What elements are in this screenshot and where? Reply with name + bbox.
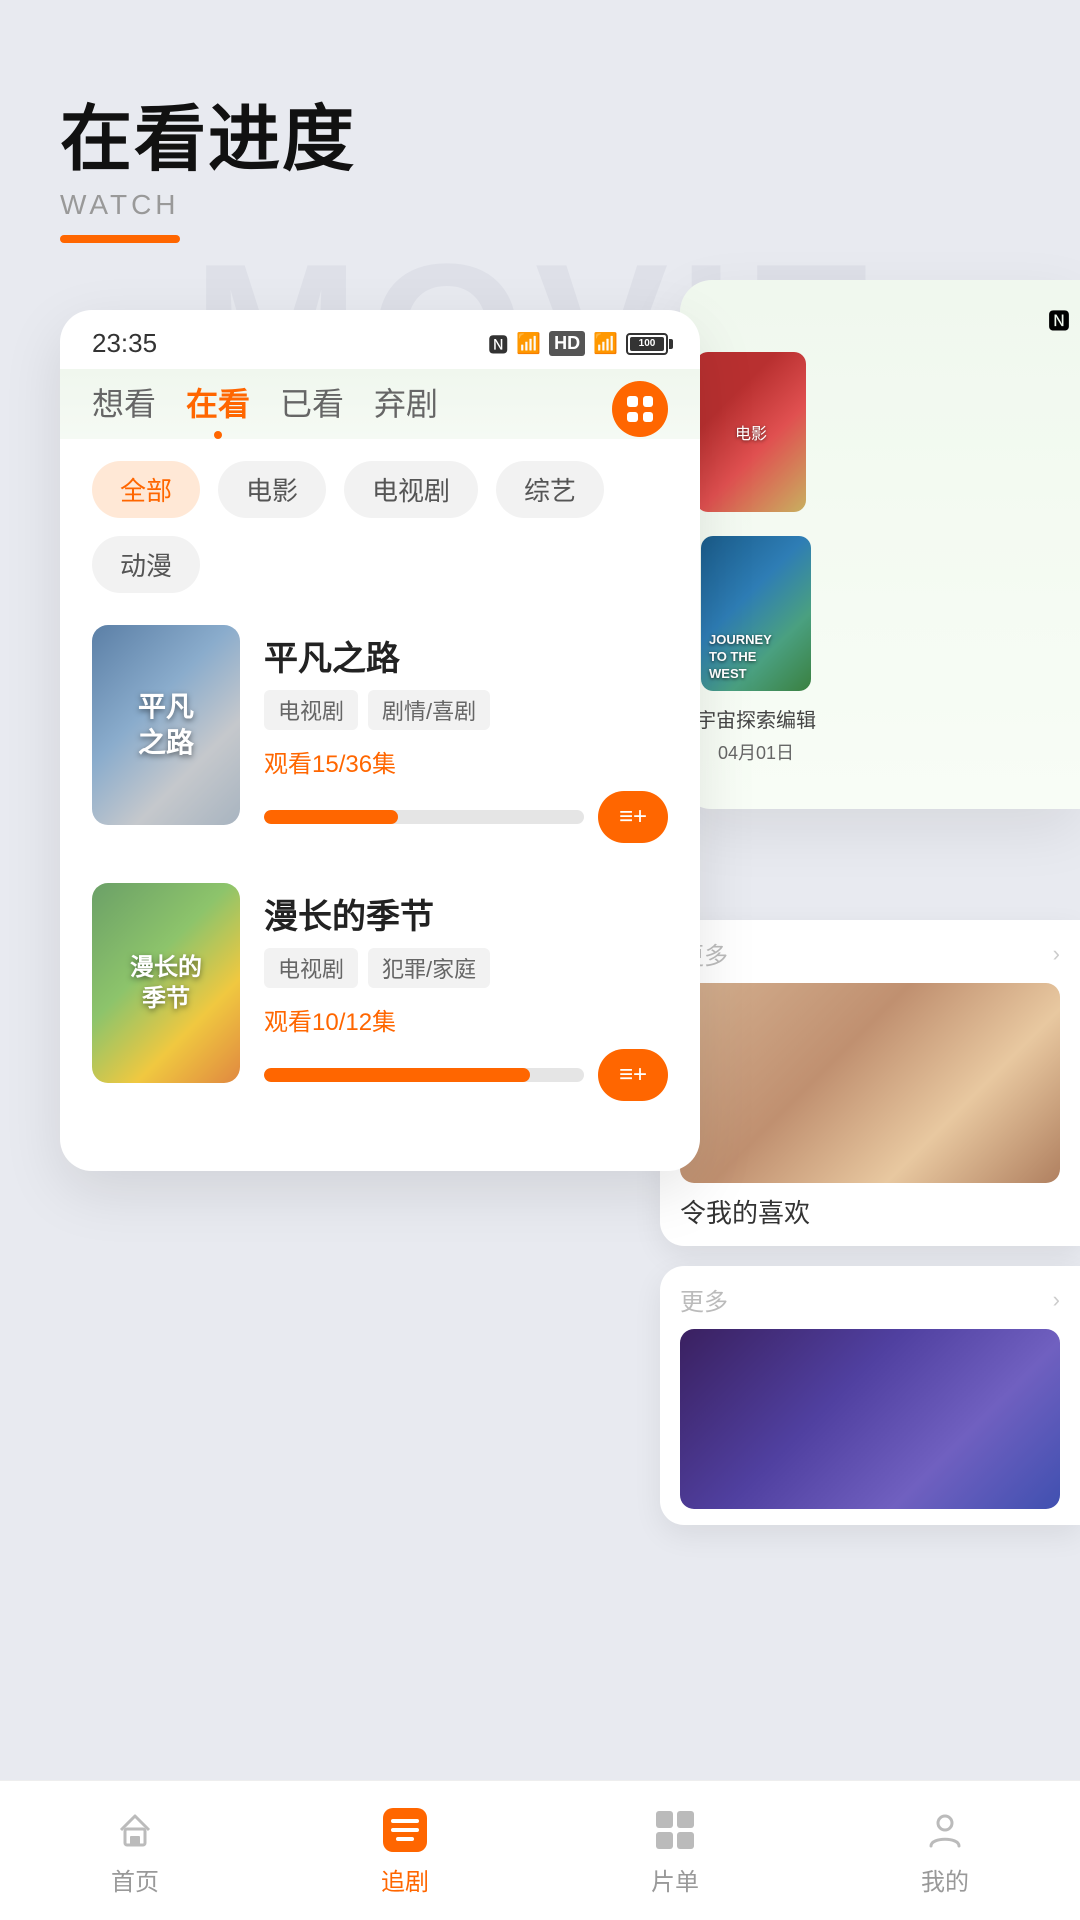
right-card: 🅽 电影 JOURNEYTO THEWEST 宇宙探索编辑 04月01日 — [680, 280, 1080, 809]
filter-all[interactable]: 全部 — [92, 461, 200, 518]
tab-wantwatch[interactable]: 想看 — [92, 379, 156, 439]
filter-tv[interactable]: 电视剧 — [344, 461, 478, 518]
movie-item-2: 漫长的 季节 漫长的季节 电视剧 犯罪/家庭 观看10/12集 ≡+ — [92, 883, 668, 1101]
list-line-2 — [391, 1828, 419, 1832]
filter-variety[interactable]: 综艺 — [496, 461, 604, 518]
progress-row-2: ≡+ — [264, 1049, 668, 1101]
nav-home[interactable]: 首页 — [0, 1804, 270, 1897]
playlist-icon-2: ≡+ — [619, 1061, 647, 1089]
bottom-card-2: 更多 › — [660, 1266, 1080, 1525]
bottom-card-title-1: 令我的喜欢 — [680, 1193, 1060, 1230]
playlist-icon-1: ≡+ — [619, 803, 647, 831]
page-title: 在看进度 — [60, 80, 1020, 185]
title-underline — [60, 235, 180, 243]
bottom-card-1: 更多 › 令我的喜欢 — [660, 920, 1080, 1246]
progress-row-1: ≡+ — [264, 791, 668, 843]
nav-home-label: 首页 — [111, 1862, 159, 1897]
progress-bar-bg-2 — [264, 1068, 584, 1082]
right-poster-2[interactable]: JOURNEYTO THEWEST — [701, 536, 811, 691]
tab-dropped[interactable]: 弃剧 — [374, 379, 438, 439]
movie-title-2: 漫长的季节 — [264, 889, 668, 938]
right-movie-title: 宇宙探索编辑 — [696, 707, 816, 735]
tag-type: 电视剧 — [264, 690, 358, 730]
movie-tags-1: 电视剧 剧情/喜剧 — [264, 690, 668, 730]
battery-icon: 100 — [626, 333, 668, 355]
page-subtitle: WATCH — [60, 189, 1020, 221]
more-arrow-1[interactable]: › — [1053, 941, 1060, 967]
right-nfc-icon: 🅽 — [1048, 304, 1070, 336]
bottom-card-2-header: 更多 › — [680, 1282, 1060, 1317]
tag-genre: 剧情/喜剧 — [368, 690, 490, 730]
nav-list-icon — [649, 1804, 701, 1856]
playlist-button-2[interactable]: ≡+ — [598, 1049, 668, 1101]
right-poster-1[interactable]: 电影 — [696, 352, 806, 512]
signal-icon: 📶 — [593, 331, 618, 356]
grid-button[interactable] — [612, 381, 668, 437]
tag-genre-2: 犯罪/家庭 — [368, 948, 490, 988]
main-card: 23:35 🅽 📶 HD 📶 100 想看 在看 已看 弃剧 全部 电影 — [60, 310, 700, 1171]
bottom-card-1-header: 更多 › — [680, 936, 1060, 971]
tag-type-2: 电视剧 — [264, 948, 358, 988]
grid-dots-icon — [627, 396, 653, 422]
nav-home-icon — [109, 1804, 161, 1856]
status-icons: 🅽 📶 HD 📶 100 — [488, 329, 668, 358]
wifi-icon: 📶 — [516, 331, 541, 356]
movie-poster-1[interactable]: 平凡 之路 — [92, 625, 240, 825]
list-line-3 — [396, 1837, 414, 1841]
right-movie-date: 04月01日 — [718, 739, 794, 765]
movie-item: 平凡 之路 平凡之路 电视剧 剧情/喜剧 观看15/36集 ≡+ — [92, 625, 668, 843]
list-line-1 — [391, 1819, 419, 1823]
filter-movie[interactable]: 电影 — [218, 461, 326, 518]
tab-watched[interactable]: 已看 — [280, 379, 344, 439]
movie-list: 平凡 之路 平凡之路 电视剧 剧情/喜剧 观看15/36集 ≡+ — [60, 615, 700, 1171]
grid-cell-1 — [656, 1811, 673, 1828]
movie-tags-2: 电视剧 犯罪/家庭 — [264, 948, 668, 988]
hd-icon: HD — [549, 331, 585, 356]
list-active-icon — [383, 1808, 427, 1852]
watch-tabs: 想看 在看 已看 弃剧 — [60, 369, 700, 439]
nav-track-label: 追剧 — [381, 1862, 429, 1897]
watch-progress-1: 观看15/36集 — [264, 744, 668, 779]
nav-track[interactable]: 追剧 — [270, 1804, 540, 1897]
nav-list-label: 片单 — [651, 1862, 699, 1897]
progress-bar-bg-1 — [264, 810, 584, 824]
status-time: 23:35 — [92, 328, 157, 359]
nfc-icon: 🅽 — [488, 329, 508, 358]
right-status-bar: 🅽 — [680, 304, 1080, 352]
movie-poster-2[interactable]: 漫长的 季节 — [92, 883, 240, 1083]
grid-cell-2 — [677, 1811, 694, 1828]
nav-list[interactable]: 片单 — [540, 1804, 810, 1897]
progress-bar-fill-2 — [264, 1068, 530, 1082]
nav-my-icon — [919, 1804, 971, 1856]
nav-my-label: 我的 — [921, 1862, 969, 1897]
nav-my[interactable]: 我的 — [810, 1804, 1080, 1897]
nav-track-icon — [379, 1804, 431, 1856]
progress-bar-fill-1 — [264, 810, 398, 824]
movie-title-1: 平凡之路 — [264, 631, 668, 680]
bottom-card-poster-1[interactable] — [680, 983, 1060, 1183]
battery-level: 100 — [630, 337, 664, 351]
more-label-2[interactable]: 更多 — [680, 1282, 728, 1317]
bottom-card-poster-2[interactable] — [680, 1329, 1060, 1509]
filter-pills: 全部 电影 电视剧 综艺 动漫 — [60, 439, 700, 615]
grid-icon — [656, 1811, 694, 1849]
bottom-nav: 首页 追剧 片单 — [0, 1780, 1080, 1920]
bottom-right-area: 更多 › 令我的喜欢 更多 › — [660, 920, 1080, 1545]
more-arrow-2[interactable]: › — [1053, 1287, 1060, 1313]
grid-cell-4 — [677, 1832, 694, 1849]
page-header: 在看进度 WATCH — [0, 0, 1080, 273]
filter-anime[interactable]: 动漫 — [92, 536, 200, 593]
movie-info-1: 平凡之路 电视剧 剧情/喜剧 观看15/36集 ≡+ — [264, 625, 668, 843]
watch-progress-2: 观看10/12集 — [264, 1002, 668, 1037]
card-statusbar: 23:35 🅽 📶 HD 📶 100 — [60, 310, 700, 369]
movie-info-2: 漫长的季节 电视剧 犯罪/家庭 观看10/12集 ≡+ — [264, 883, 668, 1101]
grid-cell-3 — [656, 1832, 673, 1849]
playlist-button-1[interactable]: ≡+ — [598, 791, 668, 843]
tab-watching[interactable]: 在看 — [186, 379, 250, 439]
